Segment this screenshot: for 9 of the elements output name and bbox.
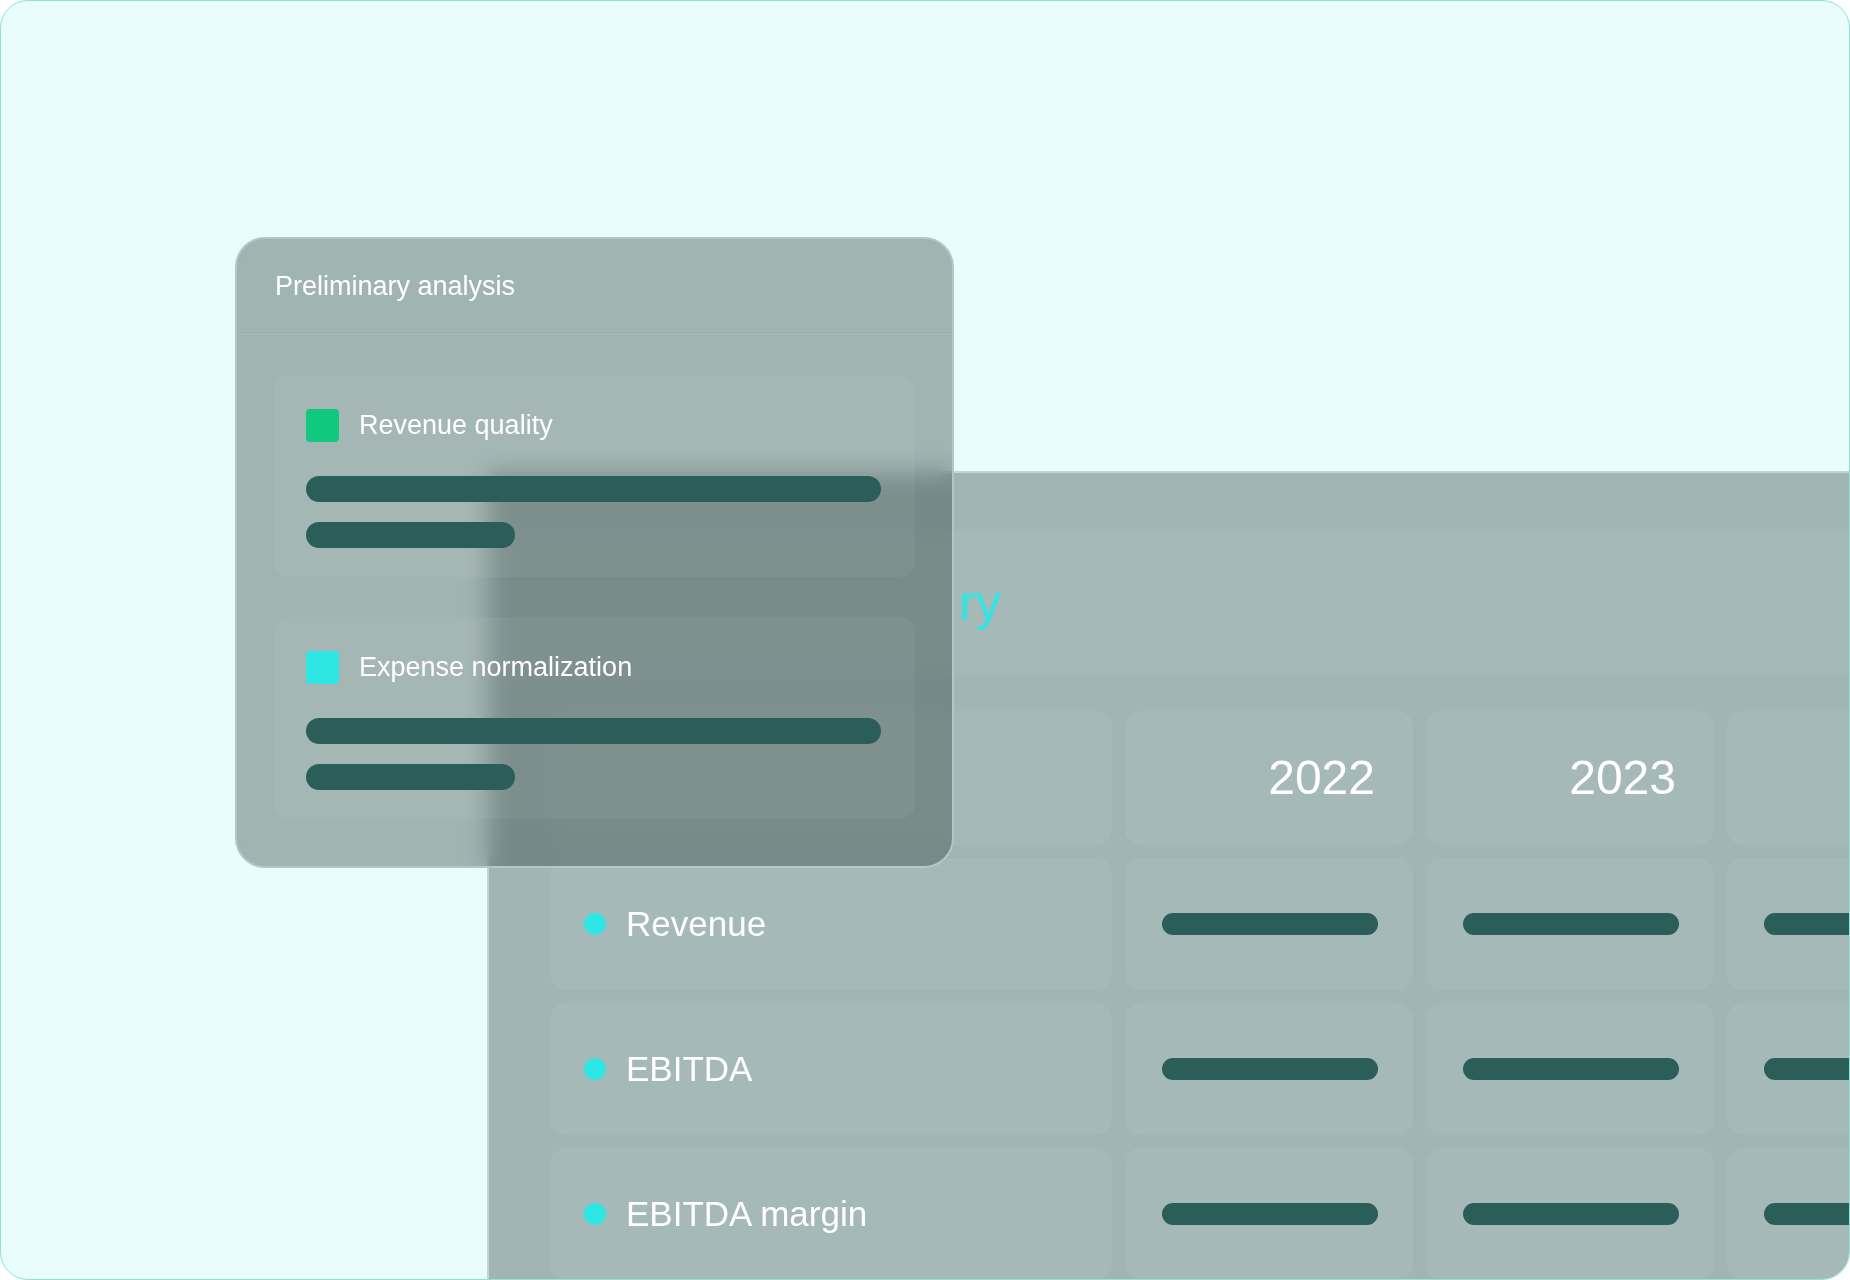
section-label: Revenue quality xyxy=(359,409,553,442)
year-header: 2022 xyxy=(1268,750,1375,806)
panel-title: ry xyxy=(959,573,1001,633)
section-label: Expense normalization xyxy=(359,651,633,684)
row-label: EBITDA margin xyxy=(626,1192,868,1235)
card-title: Preliminary analysis xyxy=(275,270,516,304)
row-label: Revenue xyxy=(626,902,767,945)
row-label: EBITDA xyxy=(626,1047,753,1090)
year-header: 2023 xyxy=(1569,750,1676,806)
